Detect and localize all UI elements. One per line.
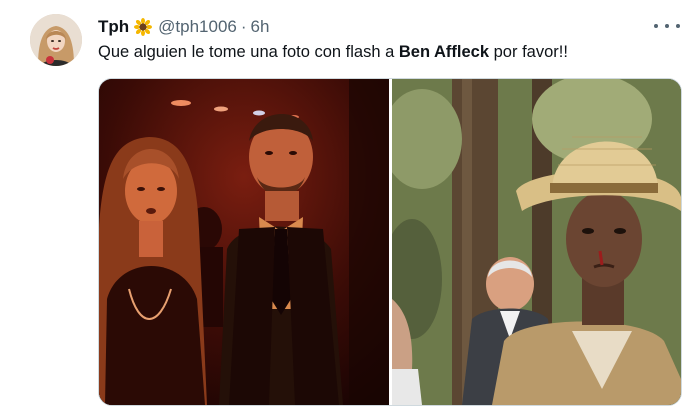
tweet-text-part: Que alguien le tome una foto con flash a (98, 43, 399, 61)
sunflower-icon (134, 18, 153, 36)
timestamp[interactable]: 6h (251, 17, 270, 37)
separator-dot: · (240, 17, 247, 36)
tweet-header: Tph @tph1006 · 6h (98, 16, 269, 38)
media-photo-right[interactable] (392, 79, 681, 405)
tweet-text-part: por favor!! (489, 43, 568, 61)
tweet-text-bold: Ben Affleck (398, 43, 490, 61)
more-dot-icon (676, 24, 680, 28)
user-handle[interactable]: @tph1006 (158, 17, 237, 37)
tweet-text: Que alguien le tome una foto con flash a… (98, 43, 568, 62)
more-dot-icon (665, 24, 669, 28)
more-options-button[interactable] (654, 18, 680, 34)
media-photo-left[interactable] (99, 79, 389, 405)
more-dot-icon (654, 24, 658, 28)
tweet-card: Tph @tph1006 · 6h Que alguien le tome un… (0, 0, 700, 406)
display-name[interactable]: Tph (98, 17, 129, 37)
avatar[interactable] (30, 14, 82, 66)
media-grid (98, 78, 682, 406)
